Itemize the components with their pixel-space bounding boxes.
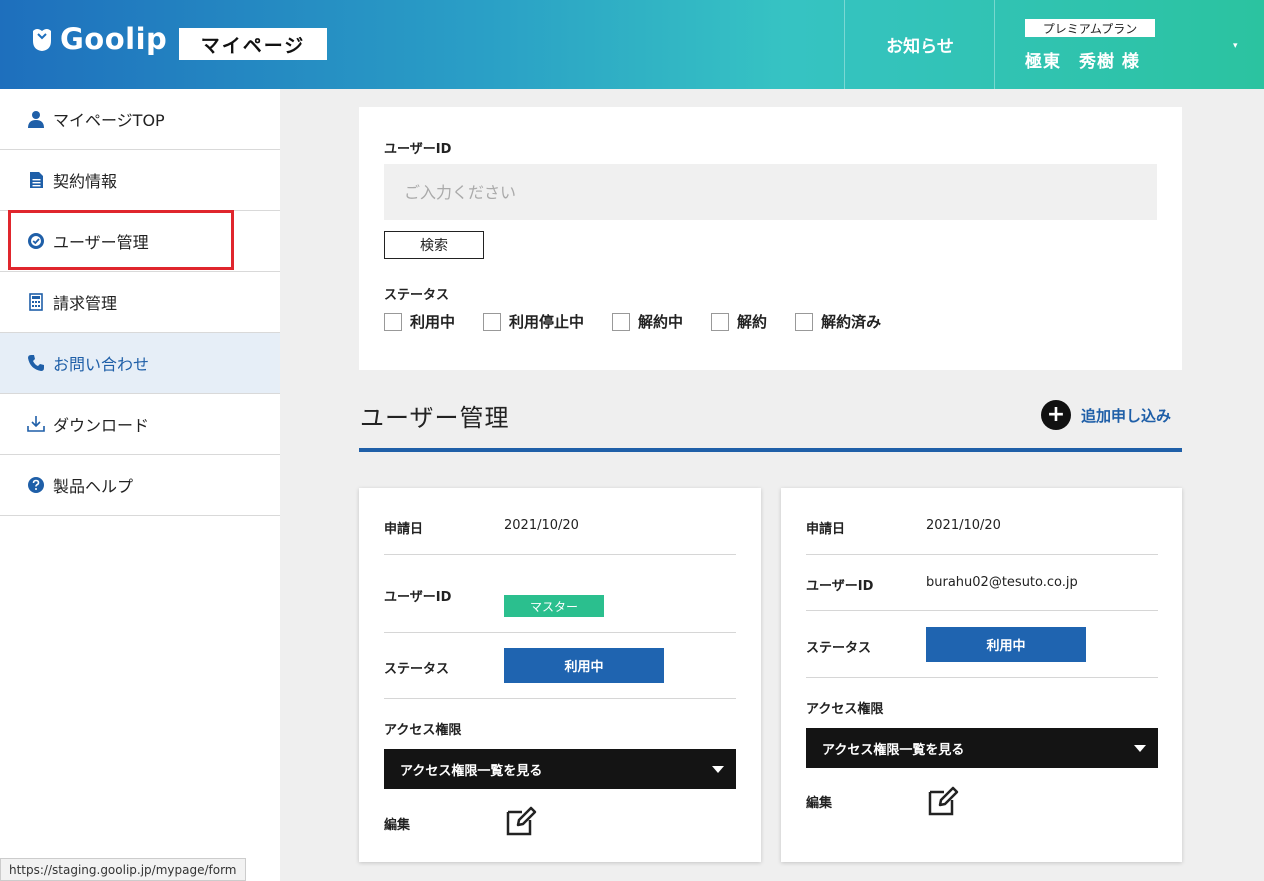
checkbox-label: 解約 bbox=[737, 313, 768, 331]
add-application-link[interactable]: + 追加申し込み bbox=[1041, 400, 1171, 430]
status-label: ステータス bbox=[806, 641, 872, 656]
status-checkbox-suspended[interactable]: 利用停止中 bbox=[483, 311, 584, 332]
access-dropdown-label: アクセス権限一覧を見る bbox=[822, 742, 965, 758]
user-id-search-input[interactable] bbox=[384, 164, 1157, 220]
row-divider bbox=[806, 677, 1158, 678]
row-divider bbox=[384, 698, 736, 699]
goolip-logo[interactable]: Goolip bbox=[30, 22, 167, 56]
page-title: ユーザー管理 bbox=[360, 404, 510, 432]
date-label: 申請日 bbox=[806, 522, 846, 537]
status-filter-label: ステータス bbox=[384, 288, 450, 303]
section-divider bbox=[359, 448, 1182, 452]
row-divider bbox=[384, 632, 736, 633]
download-icon bbox=[27, 415, 45, 433]
sidebar: マイページTOP 契約情報 ユーザー管理 請求管理 お問い合わせ ダウンロード bbox=[0, 89, 280, 881]
help-icon bbox=[27, 476, 45, 494]
edit-icon[interactable] bbox=[504, 804, 538, 838]
search-button[interactable]: 検索 bbox=[384, 231, 484, 259]
calculator-icon bbox=[27, 293, 45, 311]
logo-text: Goolip bbox=[60, 22, 168, 56]
access-row: アクセス権限 bbox=[806, 698, 1158, 718]
status-row: ステータス 利用中 bbox=[806, 627, 1158, 662]
caret-down-icon bbox=[1134, 744, 1146, 752]
status-badge: 利用中 bbox=[926, 627, 1086, 662]
status-label: ステータス bbox=[384, 662, 450, 677]
checkbox[interactable] bbox=[795, 312, 814, 331]
user-card: 申請日 2021/10/20 ユーザーID burahu02@tesuto.co… bbox=[781, 488, 1182, 862]
checkbox-label: 解約中 bbox=[638, 313, 684, 331]
sidebar-item-help[interactable]: 製品ヘルプ bbox=[0, 455, 280, 516]
row-divider bbox=[806, 554, 1158, 555]
sidebar-item-label: 契約情報 bbox=[53, 172, 118, 191]
row-divider bbox=[384, 554, 736, 555]
highlight-box bbox=[8, 210, 234, 270]
user-menu-chevron-down-icon[interactable]: ▾ bbox=[1233, 41, 1238, 51]
date-row: 申請日 2021/10/20 bbox=[384, 518, 736, 538]
status-checkbox-cancelled[interactable]: 解約済み bbox=[795, 311, 881, 332]
user-card: 申請日 2021/10/20 ユーザーID マスター ステータス 利用中 アクセ… bbox=[359, 488, 761, 862]
sidebar-item-billing[interactable]: 請求管理 bbox=[0, 272, 280, 333]
edit-row: 編集 bbox=[806, 784, 1158, 824]
status-checkbox-cancel[interactable]: 解約 bbox=[711, 311, 767, 332]
sidebar-item-download[interactable]: ダウンロード bbox=[0, 394, 280, 455]
row-divider bbox=[806, 610, 1158, 611]
user-id-row: ユーザーID burahu02@tesuto.co.jp bbox=[806, 575, 1158, 595]
status-row: ステータス 利用中 bbox=[384, 648, 736, 683]
user-id-row: ユーザーID マスター bbox=[384, 586, 736, 618]
status-checkbox-active[interactable]: 利用中 bbox=[384, 311, 455, 332]
checkbox[interactable] bbox=[483, 312, 502, 331]
access-dropdown-label: アクセス権限一覧を見る bbox=[400, 763, 543, 779]
user-id-value: burahu02@tesuto.co.jp bbox=[926, 575, 1078, 590]
add-application-label: 追加申し込み bbox=[1081, 406, 1172, 425]
sidebar-item-label: マイページTOP bbox=[53, 111, 165, 130]
access-row: アクセス権限 bbox=[384, 719, 736, 739]
checkbox[interactable] bbox=[612, 312, 631, 331]
document-icon bbox=[27, 171, 45, 189]
checkbox-label: 利用停止中 bbox=[509, 313, 585, 331]
master-badge: マスター bbox=[504, 595, 604, 617]
checkbox-label: 解約済み bbox=[821, 313, 882, 331]
sidebar-item-contract[interactable]: 契約情報 bbox=[0, 150, 280, 211]
access-dropdown[interactable]: アクセス権限一覧を見る bbox=[384, 749, 736, 789]
sidebar-item-label: ダウンロード bbox=[53, 416, 150, 435]
plan-badge: プレミアムプラン bbox=[1025, 19, 1155, 37]
sidebar-item-label: 請求管理 bbox=[53, 294, 118, 313]
status-bar-url: https://staging.goolip.jp/mypage/form bbox=[0, 858, 246, 881]
plus-circle-icon: + bbox=[1041, 400, 1071, 430]
date-value: 2021/10/20 bbox=[504, 518, 579, 533]
user-id-label: ユーザーID bbox=[806, 579, 874, 594]
mypage-tag: マイページ bbox=[179, 28, 327, 60]
date-row: 申請日 2021/10/20 bbox=[806, 518, 1158, 538]
sidebar-item-mypage-top[interactable]: マイページTOP bbox=[0, 89, 280, 150]
access-label: アクセス権限 bbox=[806, 702, 884, 717]
caret-down-icon bbox=[712, 765, 724, 773]
checkbox[interactable] bbox=[384, 312, 402, 331]
edit-label: 編集 bbox=[806, 796, 833, 811]
sidebar-item-label: 製品ヘルプ bbox=[53, 477, 134, 496]
edit-icon[interactable] bbox=[926, 784, 960, 818]
app-header: Goolip マイページ お知らせ プレミアムプラン 極東 秀樹 様 ▾ bbox=[0, 0, 1264, 89]
user-id-label: ユーザーID bbox=[384, 590, 452, 605]
access-dropdown[interactable]: アクセス権限一覧を見る bbox=[806, 728, 1158, 768]
checkbox[interactable] bbox=[711, 312, 730, 331]
user-id-label: ユーザーID bbox=[384, 142, 452, 157]
status-badge: 利用中 bbox=[504, 648, 664, 683]
phone-icon bbox=[27, 354, 45, 372]
date-label: 申請日 bbox=[384, 522, 424, 537]
status-checkbox-cancelling[interactable]: 解約中 bbox=[612, 311, 683, 332]
goolip-logo-mark-icon bbox=[33, 29, 51, 51]
user-icon bbox=[27, 110, 45, 128]
search-panel: ユーザーID 検索 ステータス 利用中 利用停止中 解約中 解約 解約済み bbox=[359, 107, 1182, 370]
header-divider bbox=[994, 0, 995, 89]
edit-label: 編集 bbox=[384, 818, 411, 833]
date-value: 2021/10/20 bbox=[926, 518, 1001, 533]
user-name[interactable]: 極東 秀樹 様 bbox=[1025, 47, 1140, 72]
edit-row: 編集 bbox=[384, 804, 736, 844]
status-checkbox-group: 利用中 利用停止中 解約中 解約 解約済み bbox=[384, 311, 881, 332]
sidebar-item-label: お問い合わせ bbox=[53, 355, 150, 374]
notice-link[interactable]: お知らせ bbox=[845, 0, 995, 89]
sidebar-item-contact[interactable]: お問い合わせ bbox=[0, 333, 280, 394]
checkbox-label: 利用中 bbox=[410, 313, 456, 331]
access-label: アクセス権限 bbox=[384, 723, 462, 738]
